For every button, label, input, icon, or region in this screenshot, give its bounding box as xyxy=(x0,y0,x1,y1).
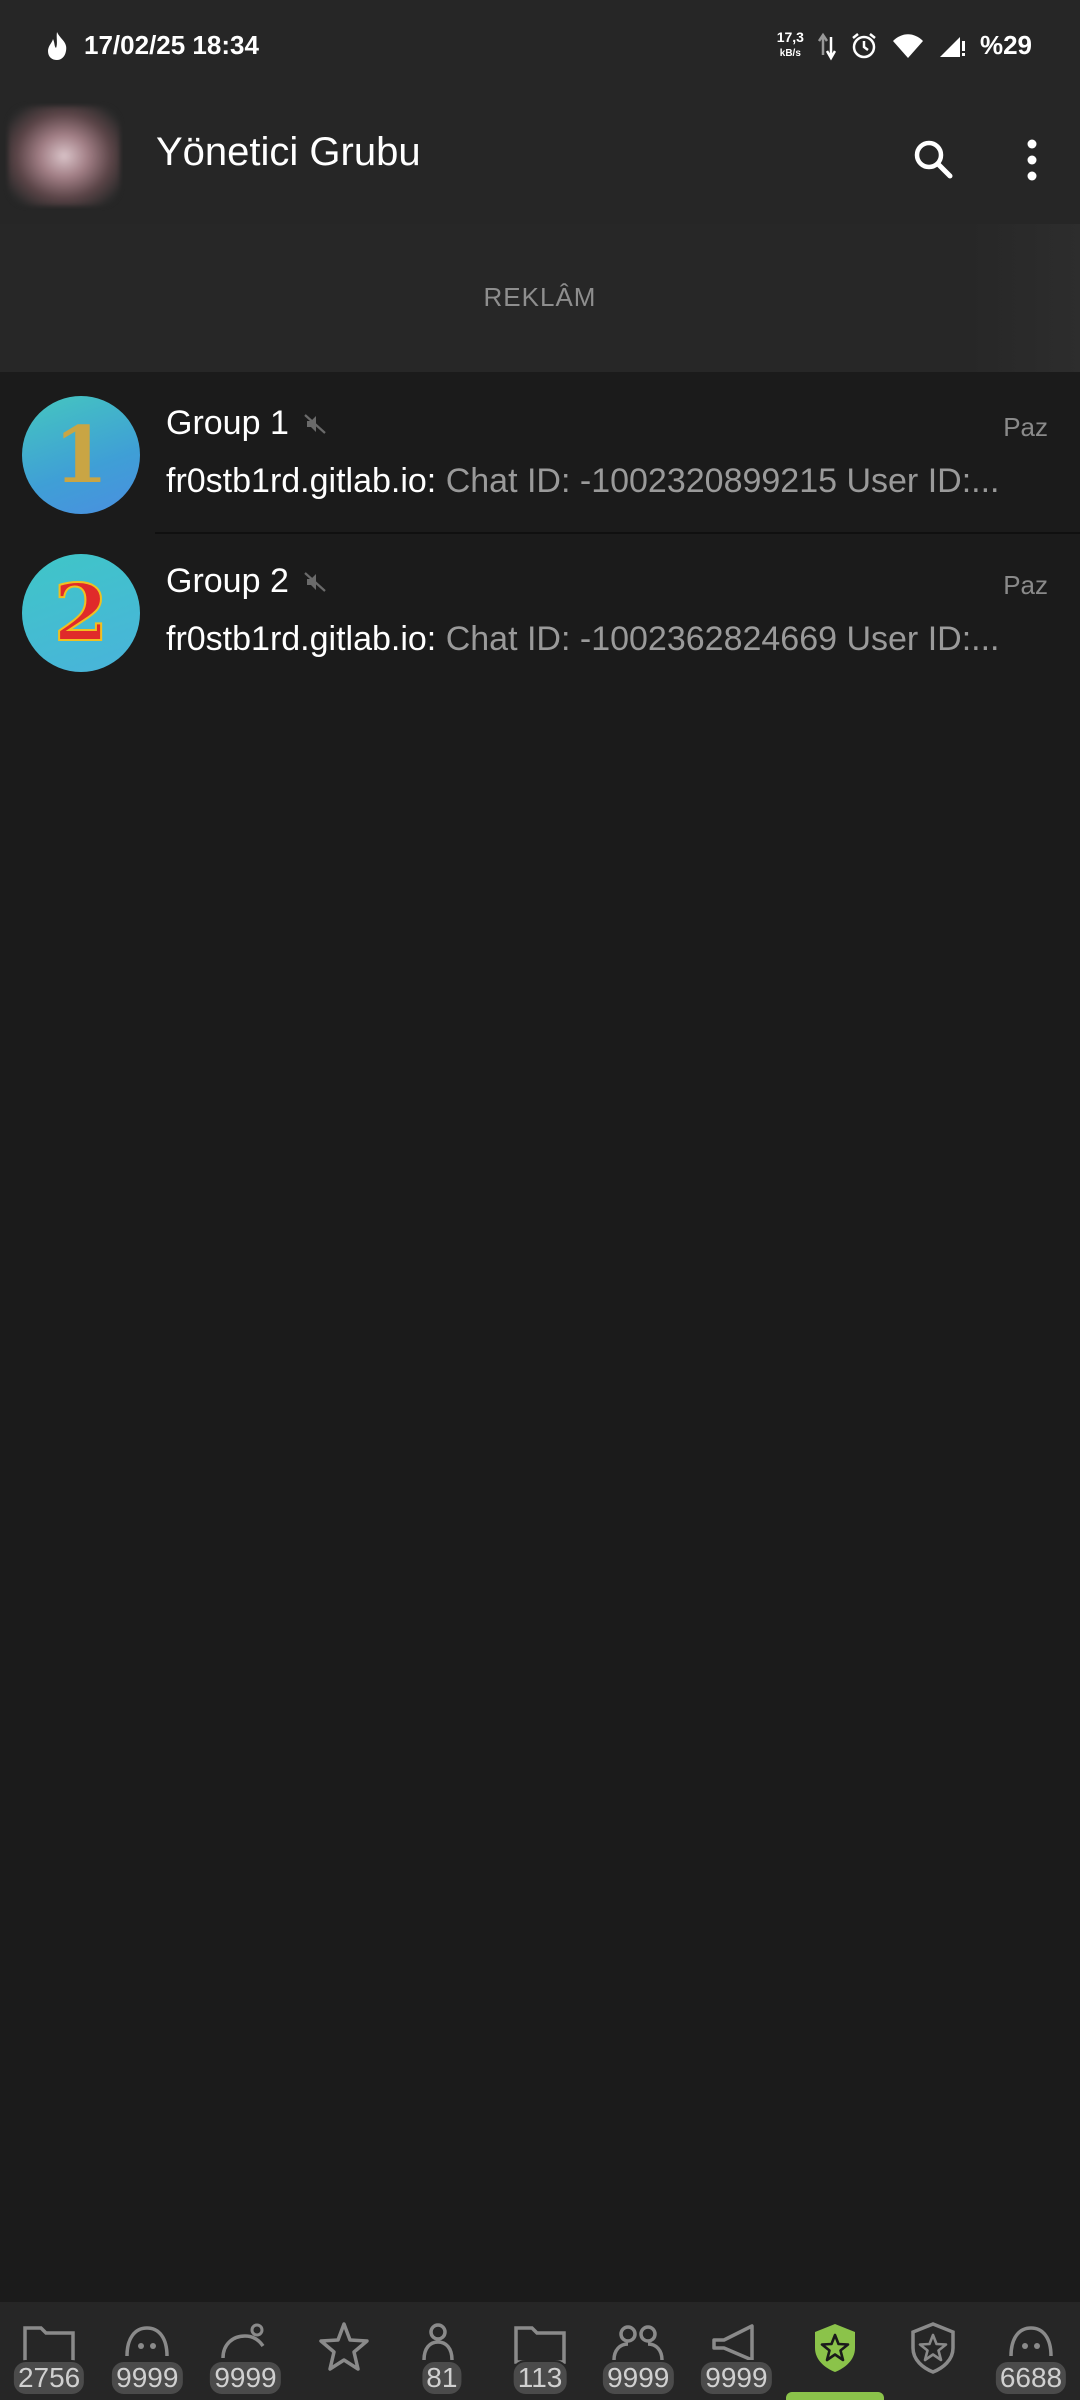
chat-title-row: Group 2 xyxy=(166,562,327,601)
folder-tab-bar: 2756 9999 9999 81 113 9999 9999 6688 xyxy=(0,2302,1080,2400)
chat-time: Paz xyxy=(1003,412,1048,442)
chat-avatar: 1 xyxy=(22,396,140,514)
tab-badge: 2756 xyxy=(11,2360,87,2396)
chat-avatar: 2 xyxy=(22,554,140,672)
tab-badge: 9999 xyxy=(110,2360,185,2396)
search-icon xyxy=(914,140,953,179)
search-button[interactable] xyxy=(906,132,962,188)
tab-folder-2[interactable]: 113 xyxy=(491,2302,589,2400)
alarm-icon xyxy=(850,32,878,60)
flame-icon xyxy=(44,31,70,61)
chat-time: Paz xyxy=(1003,570,1048,600)
tab-folder-1[interactable]: 2756 xyxy=(0,2302,98,2400)
chat-title: Group 2 xyxy=(166,562,289,600)
status-datetime: 17/02/25 18:34 xyxy=(84,30,259,60)
tab-users[interactable]: 81 xyxy=(393,2302,491,2400)
status-bar: 17/02/25 18:34 17,3 kB/s %29 xyxy=(0,0,1080,96)
ad-label: REKLÂM xyxy=(483,282,597,312)
app-bar: Yönetici Grubu xyxy=(0,96,1080,224)
folder-avatar[interactable] xyxy=(8,106,120,206)
chat-row[interactable]: 1 Group 1 Paz fr0stb1rd.gitlab.io: Chat … xyxy=(0,376,1080,534)
data-arrows-icon xyxy=(817,31,836,61)
tab-bots[interactable]: 9999 xyxy=(98,2302,196,2400)
shield-star-icon xyxy=(814,2324,855,2372)
tab-badge: 6688 xyxy=(993,2360,1069,2396)
tab-badge: 9999 xyxy=(208,2360,283,2396)
chat-title-row: Group 1 xyxy=(166,404,327,443)
chat-preview: fr0stb1rd.gitlab.io: Chat ID: -100236282… xyxy=(166,620,1036,659)
chat-list: 1 Group 1 Paz fr0stb1rd.gitlab.io: Chat … xyxy=(0,376,1080,692)
ad-banner[interactable]: REKLÂM xyxy=(0,224,1080,372)
tab-favorites[interactable] xyxy=(295,2302,393,2400)
more-options-button[interactable] xyxy=(1016,132,1048,188)
tab-admin[interactable] xyxy=(785,2302,884,2400)
muted-icon xyxy=(304,413,326,434)
chat-row[interactable]: 2 Group 2 Paz fr0stb1rd.gitlab.io: Chat … xyxy=(0,534,1080,692)
active-tab-indicator xyxy=(785,2392,884,2400)
chat-title: Group 1 xyxy=(166,404,289,442)
tab-user-group[interactable]: 9999 xyxy=(196,2302,294,2400)
tab-groups[interactable]: 9999 xyxy=(589,2302,687,2400)
tab-channels[interactable]: 9999 xyxy=(687,2302,785,2400)
battery-level: %29 xyxy=(979,30,1032,60)
network-speed: 17,3 kB/s xyxy=(776,29,804,59)
wifi-icon xyxy=(892,33,924,59)
chat-message: Chat ID: -1002362824669 User ID:... xyxy=(445,620,1000,658)
tab-badge: 113 xyxy=(511,2360,569,2396)
star-icon xyxy=(318,2322,369,2371)
chat-sender: fr0stb1rd.gitlab.io: xyxy=(166,620,437,658)
chat-sender: fr0stb1rd.gitlab.io: xyxy=(166,462,437,500)
muted-icon xyxy=(304,571,326,592)
tab-badge: 9999 xyxy=(601,2360,676,2396)
tab-admin-outline[interactable] xyxy=(884,2302,982,2400)
chat-preview: fr0stb1rd.gitlab.io: Chat ID: -100232089… xyxy=(166,462,1036,501)
more-vert-icon xyxy=(1027,139,1037,181)
tab-badge: 9999 xyxy=(699,2360,774,2396)
chat-message: Chat ID: -1002320899215 User ID:... xyxy=(445,462,1000,500)
tab-badge: 81 xyxy=(420,2360,464,2396)
tab-bots-2[interactable]: 6688 xyxy=(982,2302,1080,2400)
signal-icon xyxy=(938,33,966,59)
shield-star-outline-icon xyxy=(911,2322,955,2374)
page-title: Yönetici Grubu xyxy=(156,130,421,174)
